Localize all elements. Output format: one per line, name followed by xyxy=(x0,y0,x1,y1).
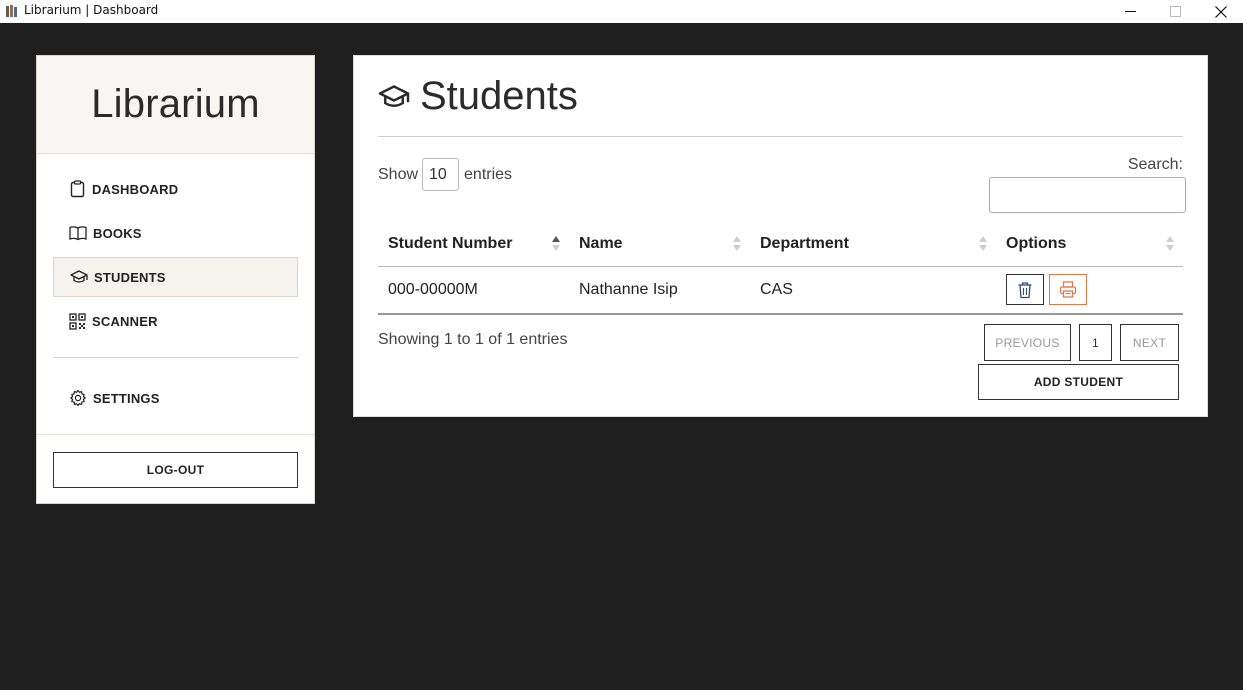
column-header-name[interactable]: Name xyxy=(569,223,750,267)
sidebar-item-label: BOOKS xyxy=(93,225,142,241)
maximize-icon xyxy=(1170,6,1181,17)
sidebar-item-label: SETTINGS xyxy=(93,390,160,406)
column-header-options[interactable]: Options xyxy=(996,223,1183,267)
maximize-button[interactable] xyxy=(1153,0,1198,23)
cell-options xyxy=(996,266,1183,315)
sidebar-item-books[interactable]: BOOKS xyxy=(53,213,298,253)
close-icon xyxy=(1214,5,1227,18)
sidebar-item-label: SCANNER xyxy=(92,313,158,329)
page-title-text: Students xyxy=(420,74,578,118)
gear-icon xyxy=(70,389,86,407)
close-button[interactable] xyxy=(1198,0,1243,23)
show-label: Show xyxy=(378,165,419,183)
brand-header: Librarium xyxy=(37,56,314,154)
next-page-button[interactable]: NEXT xyxy=(1120,324,1179,361)
entries-label: entries xyxy=(464,165,513,183)
book-icon xyxy=(69,226,87,241)
sidebar-item-students[interactable]: STUDENTS xyxy=(53,257,298,297)
column-header-student-number[interactable]: Student Number xyxy=(378,223,569,267)
table-info-text: Showing 1 to 1 of 1 entries xyxy=(378,331,568,348)
table-header-row: Student Number Name Department Options xyxy=(378,223,1183,267)
cell-name: Nathanne Isip xyxy=(569,266,750,315)
column-header-department[interactable]: Department xyxy=(750,223,996,267)
cell-student-number: 000-00000M xyxy=(378,266,569,315)
sort-icon xyxy=(1165,236,1175,252)
minimize-button[interactable] xyxy=(1108,0,1153,23)
sidebar-footer-divider xyxy=(37,434,314,435)
sidebar-item-settings[interactable]: SETTINGS xyxy=(53,378,298,418)
printer-icon xyxy=(1059,281,1077,298)
sidebar: Librarium DASHBOARD BOOKS STUDENTS SCANN… xyxy=(36,55,315,504)
sort-icon xyxy=(978,236,988,252)
add-student-button[interactable]: ADD STUDENT xyxy=(978,364,1179,400)
previous-page-button[interactable]: PREVIOUS xyxy=(984,324,1071,361)
minimize-icon xyxy=(1125,11,1136,12)
graduation-cap-icon xyxy=(70,270,88,283)
sort-icon xyxy=(551,236,561,252)
sidebar-item-label: DASHBOARD xyxy=(92,181,179,197)
window-title: Librarium | Dashboard xyxy=(24,3,159,17)
sort-icon xyxy=(732,236,742,252)
app-icon xyxy=(6,5,17,17)
sidebar-item-label: STUDENTS xyxy=(94,269,166,285)
students-table: Student Number Name Department Options 0… xyxy=(378,223,1183,315)
entries-length-control: Show 10 entries xyxy=(378,158,512,191)
page-1-button[interactable]: 1 xyxy=(1079,324,1112,361)
sidebar-item-dashboard[interactable]: DASHBOARD xyxy=(53,169,298,209)
search-input[interactable] xyxy=(989,177,1186,213)
brand-logo-text: Librarium xyxy=(91,82,260,126)
clipboard-icon xyxy=(70,180,85,198)
table-row: 000-00000M Nathanne Isip CAS xyxy=(378,266,1183,315)
cell-department: CAS xyxy=(750,266,996,315)
page-title: Students xyxy=(378,74,578,119)
entries-select[interactable]: 10 xyxy=(422,158,460,191)
graduation-cap-icon xyxy=(378,84,410,107)
delete-button[interactable] xyxy=(1006,274,1044,306)
title-divider xyxy=(378,136,1183,137)
qr-code-icon xyxy=(69,312,86,330)
trash-icon xyxy=(1018,282,1032,298)
students-panel: Students Show 10 entries Search: Student… xyxy=(353,55,1208,417)
sidebar-item-scanner[interactable]: SCANNER xyxy=(53,301,298,341)
print-button[interactable] xyxy=(1049,274,1087,306)
logout-button[interactable]: LOG-OUT xyxy=(53,452,298,488)
sidebar-divider xyxy=(53,357,298,358)
search-label: Search: xyxy=(1127,156,1183,173)
window-titlebar: Librarium | Dashboard xyxy=(0,0,1243,23)
